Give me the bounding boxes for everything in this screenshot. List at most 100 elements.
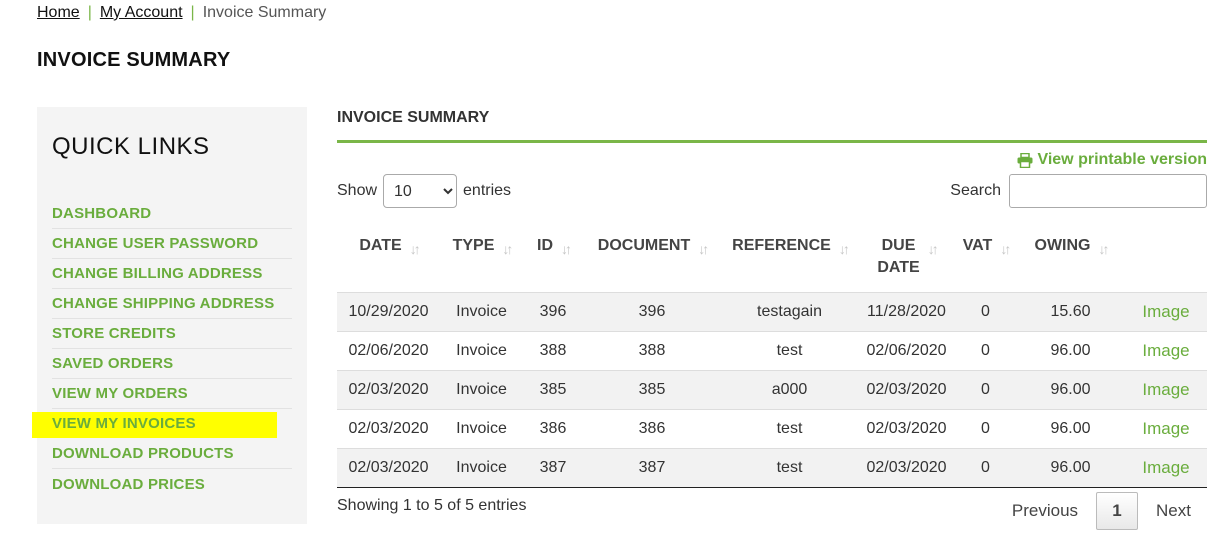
cell-owing: 96.00 bbox=[1050, 419, 1091, 437]
sort-arrows-icon: ↓↑ bbox=[502, 241, 513, 257]
search-label: Search bbox=[950, 182, 1001, 199]
cell-due-date: 02/06/2020 bbox=[866, 341, 947, 359]
table-info: Showing 1 to 5 of 5 entries bbox=[337, 497, 527, 514]
column-header-reference[interactable]: REFERENCE ↓↑ bbox=[721, 223, 858, 292]
cell-document: 385 bbox=[638, 380, 666, 398]
sidebar-link-change-user-password[interactable]: CHANGE USER PASSWORD bbox=[52, 235, 258, 252]
image-link[interactable]: Image bbox=[1142, 302, 1189, 321]
page-number-button[interactable]: 1 bbox=[1096, 492, 1139, 530]
column-header-date-label: DATE bbox=[359, 237, 402, 254]
sidebar-item-change-user-password: CHANGE USER PASSWORD bbox=[52, 229, 292, 259]
quick-links-sidebar: QUICK LINKS DASHBOARD CHANGE USER PASSWO… bbox=[32, 107, 307, 524]
sidebar-link-download-prices[interactable]: DOWNLOAD PRICES bbox=[52, 476, 205, 493]
sidebar-link-change-billing-address[interactable]: CHANGE BILLING ADDRESS bbox=[52, 265, 263, 282]
invoice-summary-panel: INVOICE SUMMARY View printable version S… bbox=[337, 107, 1207, 530]
cell-image: Image bbox=[1125, 331, 1207, 370]
sidebar-link-download-products[interactable]: DOWNLOAD PRODUCTS bbox=[52, 445, 234, 462]
sidebar-item-dashboard: DASHBOARD bbox=[52, 199, 292, 229]
show-label: Show bbox=[337, 182, 378, 199]
column-header-type[interactable]: TYPE ↓↑ bbox=[440, 223, 523, 292]
cell-image: Image bbox=[1125, 448, 1207, 487]
cell-image: Image bbox=[1125, 409, 1207, 448]
column-header-id[interactable]: ID ↓↑ bbox=[523, 223, 583, 292]
image-link[interactable]: Image bbox=[1142, 380, 1189, 399]
sort-arrows-icon: ↓↑ bbox=[838, 241, 850, 257]
sort-arrows-icon: ↓↑ bbox=[698, 241, 709, 257]
cell-date: 10/29/2020 bbox=[348, 302, 429, 320]
column-header-owing[interactable]: OWING ↓↑ bbox=[1016, 223, 1125, 292]
cell-id: 387 bbox=[539, 458, 567, 476]
sidebar-item-change-shipping-address: CHANGE SHIPPING ADDRESS bbox=[52, 289, 292, 319]
column-header-date[interactable]: DATE ↓↑ bbox=[337, 223, 440, 292]
entries-per-page-select[interactable]: 10 bbox=[383, 174, 458, 208]
cell-date: 02/03/2020 bbox=[348, 458, 429, 476]
sidebar-link-dashboard[interactable]: DASHBOARD bbox=[52, 205, 151, 222]
cell-vat: 0 bbox=[981, 458, 990, 476]
cell-due-date: 02/03/2020 bbox=[866, 458, 947, 476]
search-control: Search bbox=[950, 174, 1207, 208]
column-header-vat[interactable]: VAT ↓↑ bbox=[955, 223, 1016, 292]
view-printable-version-link[interactable]: View printable version bbox=[1017, 151, 1207, 169]
cell-vat: 0 bbox=[981, 380, 990, 398]
image-link[interactable]: Image bbox=[1142, 458, 1189, 477]
invoice-table: DATE ↓↑ TYPE ↓↑ ID ↓↑ DOCUMENT ↓↑ REFERENCE ↓… bbox=[337, 223, 1207, 488]
table-row: 10/29/2020 Invoice 396 396 testagain 11/… bbox=[337, 292, 1207, 331]
table-row: 02/03/2020 Invoice 386 386 test 02/03/20… bbox=[337, 409, 1207, 448]
sidebar-link-store-credits[interactable]: STORE CREDITS bbox=[52, 325, 176, 342]
sidebar-link-view-my-orders[interactable]: VIEW MY ORDERS bbox=[52, 385, 188, 402]
column-header-image bbox=[1125, 223, 1207, 292]
column-header-document[interactable]: DOCUMENT ↓↑ bbox=[583, 223, 721, 292]
table-row: 02/03/2020 Invoice 387 387 test 02/03/20… bbox=[337, 448, 1207, 487]
breadcrumb-current: Invoice Summary bbox=[202, 4, 327, 21]
sort-arrows-icon: ↓↑ bbox=[1000, 241, 1011, 257]
table-row: 02/06/2020 Invoice 388 388 test 02/06/20… bbox=[337, 331, 1207, 370]
column-header-due-date-label: DUE DATE bbox=[877, 235, 919, 279]
image-link[interactable]: Image bbox=[1142, 341, 1189, 360]
cell-reference: test bbox=[776, 341, 803, 359]
cell-due-date: 02/03/2020 bbox=[866, 380, 947, 398]
cell-vat: 0 bbox=[981, 419, 990, 437]
cell-image: Image bbox=[1125, 370, 1207, 409]
cell-id: 396 bbox=[539, 302, 567, 320]
column-header-reference-label: REFERENCE bbox=[732, 237, 831, 254]
previous-page-button[interactable]: Previous bbox=[1012, 501, 1078, 521]
cell-due-date: 02/03/2020 bbox=[866, 419, 947, 437]
cell-owing: 15.60 bbox=[1050, 302, 1091, 320]
next-page-button[interactable]: Next bbox=[1156, 501, 1191, 521]
cell-type: Invoice bbox=[456, 341, 507, 359]
column-header-id-label: ID bbox=[537, 237, 553, 254]
entries-label: entries bbox=[463, 182, 512, 199]
search-input[interactable] bbox=[1009, 174, 1207, 208]
due-date-label-line2: DATE bbox=[877, 259, 920, 276]
cell-reference: testagain bbox=[757, 302, 822, 320]
cell-date: 02/06/2020 bbox=[348, 341, 429, 359]
cell-document: 386 bbox=[638, 419, 666, 437]
sidebar-item-saved-orders: SAVED ORDERS bbox=[52, 349, 292, 379]
cell-type: Invoice bbox=[456, 302, 507, 320]
sort-arrows-icon: ↓↑ bbox=[927, 241, 939, 257]
cell-owing: 96.00 bbox=[1050, 458, 1091, 476]
sidebar-link-change-shipping-address[interactable]: CHANGE SHIPPING ADDRESS bbox=[52, 295, 274, 312]
sidebar-link-saved-orders[interactable]: SAVED ORDERS bbox=[52, 355, 173, 372]
cell-owing: 96.00 bbox=[1050, 341, 1091, 359]
table-controls: Show 10 entries Search bbox=[337, 174, 1207, 208]
quick-links-title: QUICK LINKS bbox=[52, 133, 210, 160]
entries-length-control: Show 10 entries bbox=[337, 174, 511, 208]
due-date-label-line1: DUE bbox=[881, 237, 916, 254]
column-header-due-date[interactable]: DUE DATE ↓↑ bbox=[858, 223, 955, 292]
image-link[interactable]: Image bbox=[1142, 419, 1189, 438]
breadcrumb-separator: | bbox=[87, 4, 92, 21]
breadcrumb-home-link[interactable]: Home bbox=[37, 4, 80, 21]
sidebar-item-change-billing-address: CHANGE BILLING ADDRESS bbox=[52, 259, 292, 289]
sidebar-item-view-my-orders: VIEW MY ORDERS bbox=[52, 379, 292, 409]
column-header-type-label: TYPE bbox=[452, 237, 495, 254]
cell-reference: test bbox=[776, 419, 803, 437]
section-title: INVOICE SUMMARY bbox=[337, 107, 1207, 143]
sort-arrows-icon: ↓↑ bbox=[561, 241, 572, 257]
cell-image: Image bbox=[1125, 292, 1207, 331]
cell-vat: 0 bbox=[981, 302, 990, 320]
printer-icon bbox=[1017, 152, 1033, 168]
sidebar-link-view-my-invoices[interactable]: VIEW MY INVOICES bbox=[52, 415, 196, 432]
breadcrumb-my-account-link[interactable]: My Account bbox=[100, 4, 183, 21]
sort-arrows-icon: ↓↑ bbox=[409, 241, 421, 257]
